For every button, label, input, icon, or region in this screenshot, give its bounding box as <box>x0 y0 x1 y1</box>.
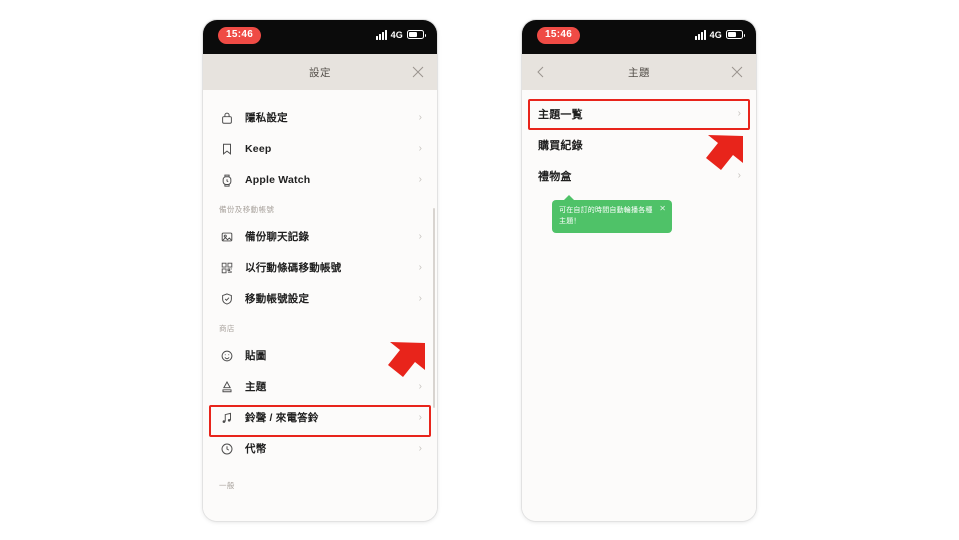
screenshot-canvas: 15:46 4G 設定 隱私設定 › Keep › Apple Watch › … <box>0 0 959 540</box>
list-item-label: 隱私設定 <box>245 112 288 124</box>
status-bar-right: 15:46 4G <box>522 20 756 66</box>
red-pointer-arrow-icon <box>706 135 743 170</box>
list-item-label: 貼圖 <box>245 350 267 362</box>
section-header: 一般 <box>219 481 235 490</box>
close-icon[interactable] <box>411 65 425 79</box>
list-item-label: 主題一覧 <box>538 108 583 121</box>
list-item[interactable]: 以行動條碼移動帳號 › <box>203 252 437 283</box>
phone-mockup-left: 15:46 4G 設定 隱私設定 › Keep › Apple Watch › … <box>203 20 437 521</box>
list-item-label: Keep <box>245 142 272 155</box>
status-time: 15:46 <box>537 27 581 44</box>
red-pointer-arrow-icon <box>388 342 425 377</box>
chevron-right-icon: › <box>418 292 422 304</box>
list-item-theme-catalog[interactable]: 主題一覧 › <box>522 98 756 129</box>
battery-icon <box>407 30 426 39</box>
status-indicators: 4G <box>375 29 426 40</box>
battery-icon <box>726 30 745 39</box>
page-title: 設定 <box>309 66 331 79</box>
status-bar-left: 15:46 4G <box>203 20 437 66</box>
sticker-smiley-icon <box>219 348 234 363</box>
navbar-right: 主題 <box>522 54 756 90</box>
chevron-left-icon[interactable] <box>534 65 548 79</box>
list-item-label: 以行動條碼移動帳號 <box>245 262 342 274</box>
chevron-right-icon: › <box>418 111 422 123</box>
network-label: 4G <box>390 29 403 40</box>
lock-icon <box>219 110 234 125</box>
status-indicators: 4G <box>694 29 745 40</box>
list-item-label: 購買紀錄 <box>538 139 583 152</box>
qr-code-icon <box>219 260 234 275</box>
theme-palette-icon <box>219 379 234 394</box>
watch-icon <box>219 172 234 187</box>
coin-icon <box>219 441 234 456</box>
navbar-left: 設定 <box>203 54 437 90</box>
list-item[interactable]: 代幣 › <box>203 433 437 464</box>
list-item-label: Apple Watch <box>245 173 311 186</box>
page-title: 主題 <box>628 66 650 79</box>
list-item-label: 主題 <box>245 381 267 393</box>
shield-icon <box>219 291 234 306</box>
close-icon[interactable] <box>730 65 744 79</box>
signal-bars-icon <box>694 29 706 40</box>
music-note-icon <box>219 410 234 425</box>
list-item[interactable]: 備份聊天記錄 › <box>203 221 437 252</box>
scrollbar[interactable] <box>433 208 435 408</box>
settings-list[interactable]: 隱私設定 › Keep › Apple Watch › 備份及移動帳號 備份聊天… <box>203 90 437 521</box>
list-item-label: 禮物盒 <box>538 170 572 183</box>
section-header: 備份及移動帳號 <box>219 205 275 214</box>
chevron-right-icon: › <box>737 107 741 119</box>
list-item[interactable]: Apple Watch › <box>203 164 437 195</box>
status-time: 15:46 <box>218 27 262 44</box>
tooltip-text: 可在自訂的時間自動輪播各種主題！ <box>559 207 653 225</box>
chevron-right-icon: › <box>418 142 422 154</box>
list-item[interactable]: Keep › <box>203 133 437 164</box>
chevron-right-icon: › <box>418 173 422 185</box>
list-item[interactable]: 移動帳號設定 › <box>203 283 437 314</box>
network-label: 4G <box>709 29 722 40</box>
backup-photo-icon <box>219 229 234 244</box>
list-item-label: 移動帳號設定 <box>245 293 310 305</box>
chevron-right-icon: › <box>418 442 422 454</box>
chevron-right-icon: › <box>418 411 422 423</box>
phone-mockup-right: 15:46 4G 主題 主題一覧 › 購買紀錄 禮物盒 › 可在自訂的時間自動輪… <box>522 20 756 521</box>
list-item[interactable]: 鈴聲 / 來電答鈴 › <box>203 402 437 433</box>
close-icon[interactable]: ✕ <box>659 205 666 213</box>
list-item-label: 鈴聲 / 來電答鈴 <box>245 412 319 424</box>
chevron-right-icon: › <box>418 230 422 242</box>
list-item-label: 備份聊天記錄 <box>245 231 310 243</box>
signal-bars-icon <box>375 29 387 40</box>
tooltip-auto-rotate[interactable]: 可在自訂的時間自動輪播各種主題！ ✕ <box>552 195 672 233</box>
tooltip-pointer <box>564 195 574 200</box>
chevron-right-icon: › <box>418 261 422 273</box>
bookmark-icon <box>219 141 234 156</box>
list-item-label: 代幣 <box>245 443 267 455</box>
list-item[interactable]: 隱私設定 › <box>203 102 437 133</box>
